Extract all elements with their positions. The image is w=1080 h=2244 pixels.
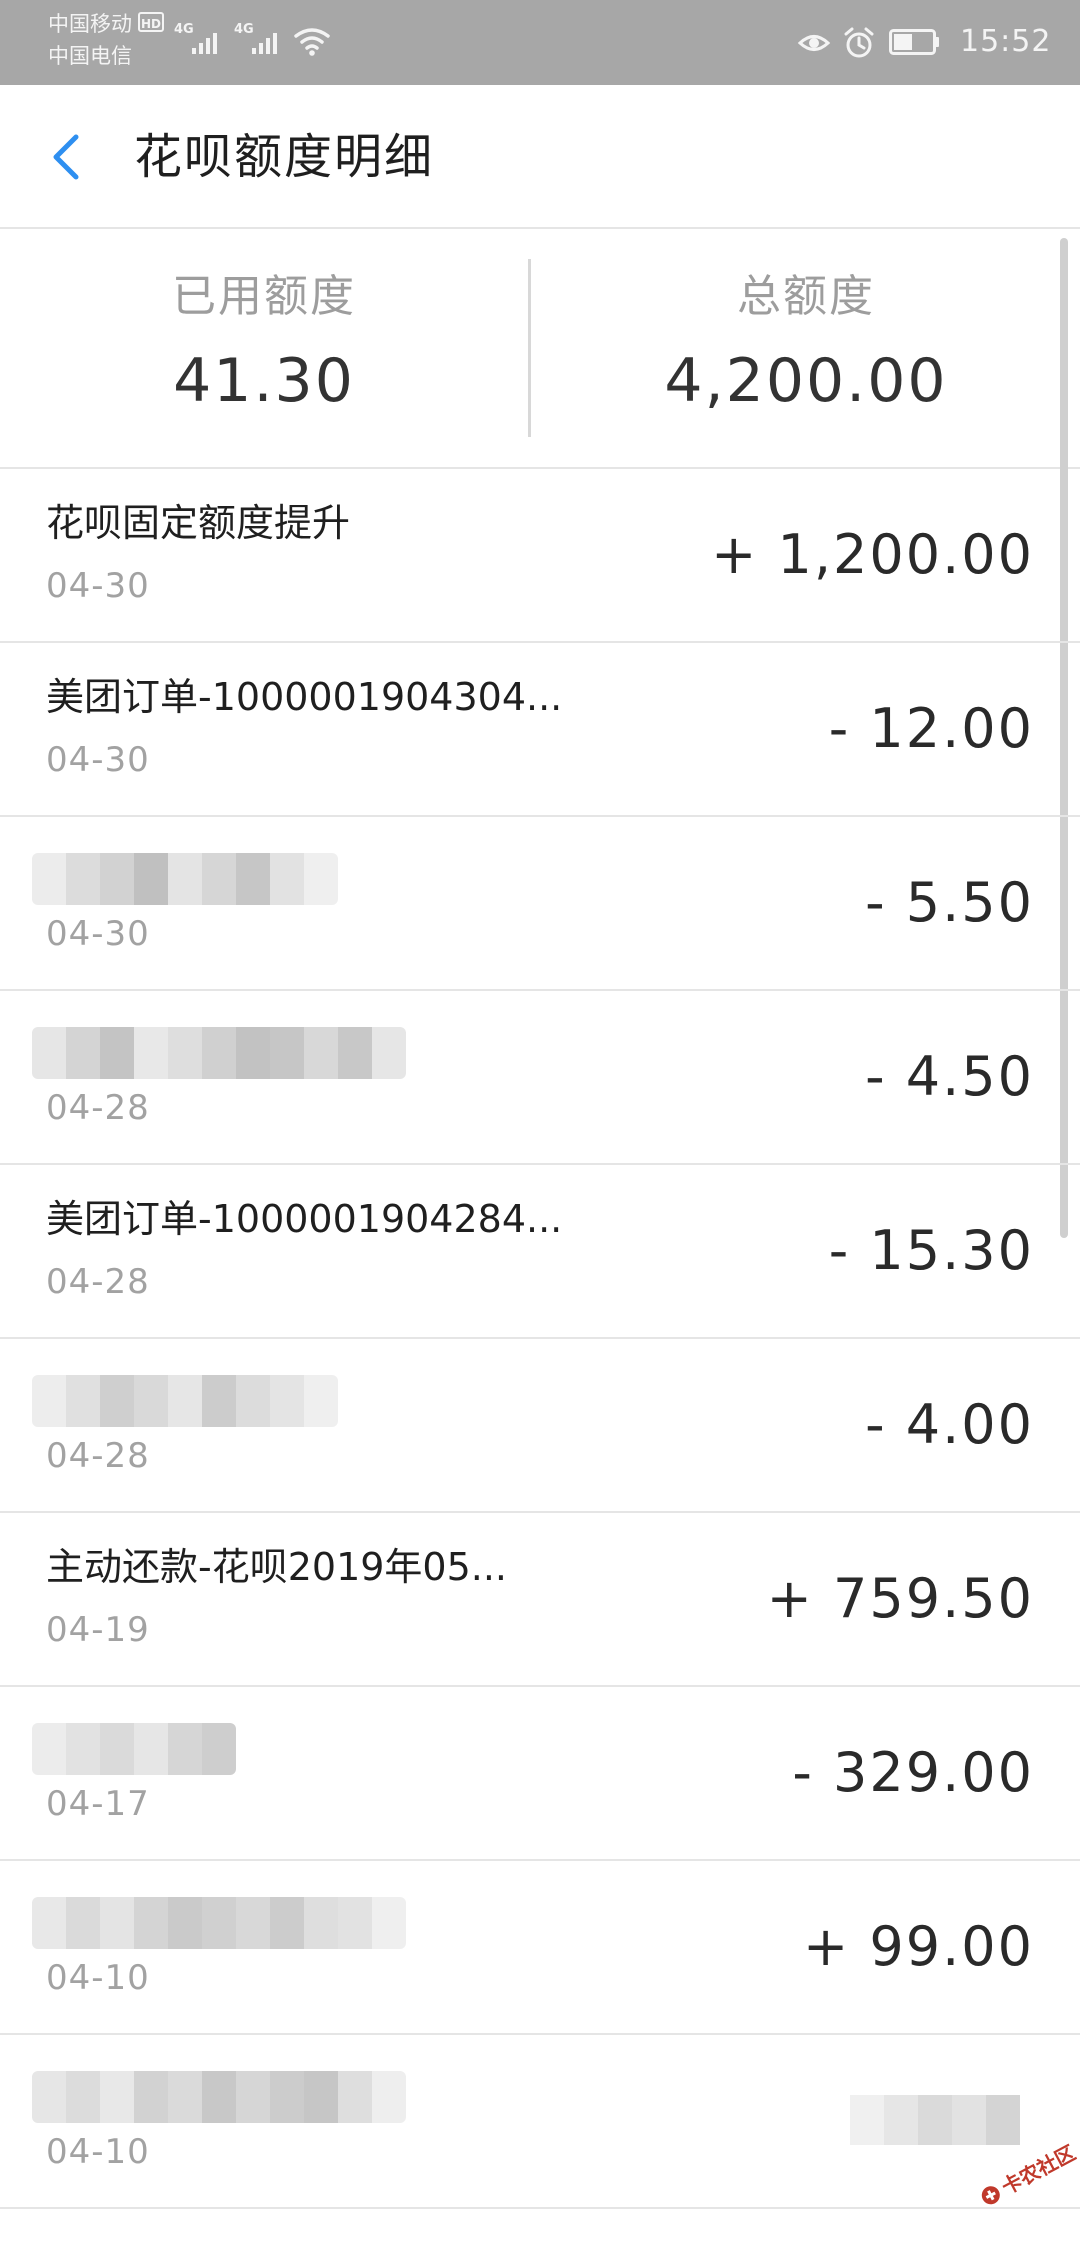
- redacted-title: [32, 1897, 406, 1949]
- transaction-amount: - 5.50: [865, 871, 1034, 934]
- transaction-date: 04-30: [46, 914, 150, 954]
- status-bar: 中国移动 HD 中国电信 4G 4G 15:52: [0, 0, 1080, 85]
- back-button[interactable]: [40, 125, 96, 189]
- redacted-title: [32, 853, 338, 905]
- transaction-date: 04-30: [46, 566, 150, 606]
- transaction-amount: - 15.30: [828, 1219, 1034, 1282]
- redacted-title: [32, 1375, 338, 1427]
- used-credit-value: 41.30: [173, 346, 355, 416]
- transaction-row[interactable]: 04-10: [0, 2035, 1080, 2209]
- transaction-amount: + 99.00: [802, 1915, 1034, 1978]
- transaction-row[interactable]: 美团订单-1000001904284... 04-28 - 15.30: [0, 1165, 1080, 1339]
- transaction-row[interactable]: 04-28 - 4.00: [0, 1339, 1080, 1513]
- transaction-amount: - 329.00: [792, 1741, 1034, 1804]
- transaction-row[interactable]: 04-28 - 4.50: [0, 991, 1080, 1165]
- battery-icon: [889, 29, 939, 55]
- transaction-amount: + 1,200.00: [711, 523, 1034, 586]
- carrier-1-label: 中国移动: [48, 12, 132, 36]
- status-time: 15:52: [960, 24, 1052, 59]
- transaction-date: 04-28: [46, 1436, 150, 1476]
- transaction-row[interactable]: 04-17 - 329.00: [0, 1687, 1080, 1861]
- transaction-row[interactable]: 花呗固定额度提升 04-30 + 1,200.00: [0, 469, 1080, 643]
- transaction-row[interactable]: 04-30 - 5.50: [0, 817, 1080, 991]
- wifi-icon: [294, 28, 330, 56]
- credit-summary: 已用额度 41.30 总额度 4,200.00: [0, 229, 1080, 469]
- transaction-date: 04-28: [46, 1088, 150, 1128]
- transaction-title: 美团订单-1000001904304...: [46, 675, 563, 719]
- transaction-amount: - 12.00: [828, 697, 1034, 760]
- transaction-row[interactable]: 04-10 + 99.00: [0, 1861, 1080, 2035]
- transaction-date: 04-17: [46, 1784, 150, 1824]
- alarm-icon: [844, 27, 874, 58]
- used-credit-panel: 已用额度 41.30: [0, 229, 528, 467]
- transaction-row[interactable]: 主动还款-花呗2019年05... 04-19 + 759.50: [0, 1513, 1080, 1687]
- transaction-amount: - 4.50: [865, 1045, 1034, 1108]
- transaction-row[interactable]: 美团订单-1000001904304... 04-30 - 12.00: [0, 643, 1080, 817]
- transaction-amount: - 4.00: [865, 1393, 1034, 1456]
- transaction-date: 04-30: [46, 740, 150, 780]
- redacted-title: [32, 1723, 236, 1775]
- transaction-list: 花呗固定额度提升 04-30 + 1,200.00 美团订单-100000190…: [0, 469, 1080, 2209]
- redacted-amount: [850, 2095, 1020, 2145]
- page-title: 花呗额度明细: [134, 129, 435, 185]
- network-1-label: 4G: [174, 22, 194, 37]
- transaction-date: 04-10: [46, 2132, 150, 2172]
- transaction-title: 花呗固定额度提升: [46, 501, 351, 545]
- transaction-date: 04-19: [46, 1610, 150, 1650]
- eye-icon: [797, 35, 831, 51]
- transaction-amount: + 759.50: [766, 1567, 1034, 1630]
- hd-badge: HD: [138, 12, 164, 32]
- transaction-date: 04-28: [46, 1262, 150, 1302]
- total-credit-value: 4,200.00: [664, 346, 948, 416]
- network-2-label: 4G: [234, 22, 254, 37]
- total-credit-label: 总额度: [737, 271, 875, 322]
- transaction-title: 美团订单-1000001904284...: [46, 1197, 563, 1241]
- summary-divider: [528, 259, 531, 437]
- chevron-left-icon: [53, 134, 79, 180]
- transaction-title: 主动还款-花呗2019年05...: [46, 1545, 508, 1589]
- transaction-date: 04-10: [46, 1958, 150, 1998]
- screen: { "status_bar": { "carrier_1": "中国移动", "…: [0, 0, 1080, 2244]
- redacted-title: [32, 2071, 406, 2123]
- carrier-2-label: 中国电信: [48, 44, 132, 68]
- total-credit-panel: 总额度 4,200.00: [532, 229, 1080, 467]
- list-item[interactable]: [0, 2216, 1080, 2244]
- redacted-title: [32, 1027, 406, 1079]
- used-credit-label: 已用额度: [172, 271, 356, 322]
- app-header: 花呗额度明细: [0, 85, 1080, 229]
